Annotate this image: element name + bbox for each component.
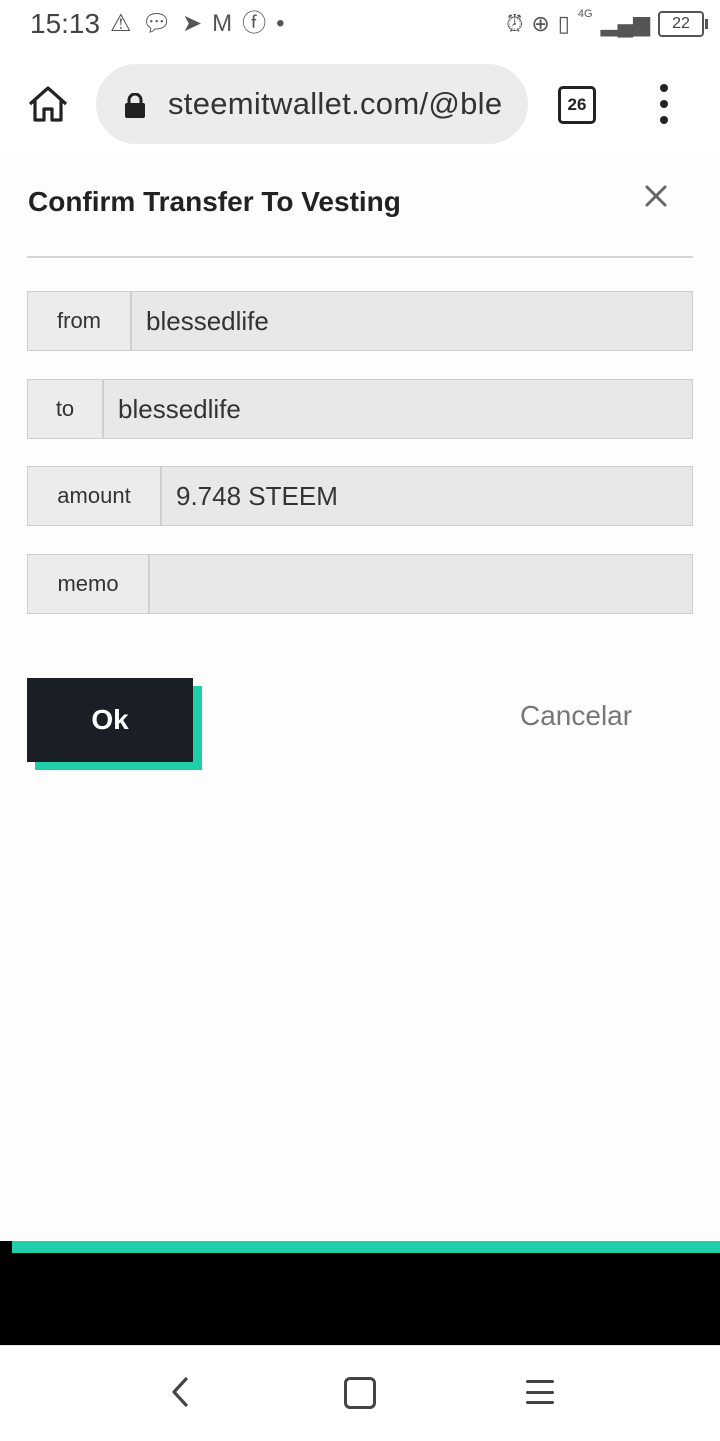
home-icon xyxy=(28,86,68,122)
browser-menu-button[interactable] xyxy=(652,84,676,124)
back-button[interactable] xyxy=(168,1376,192,1413)
memo-label: memo xyxy=(28,555,150,613)
footer-accent-bar xyxy=(12,1241,720,1253)
recents-button[interactable] xyxy=(526,1380,554,1404)
amount-field: amount 9.748 STEEM xyxy=(27,466,693,526)
from-label: from xyxy=(28,292,132,350)
facebook-icon: ⓕ xyxy=(242,10,267,37)
to-label: to xyxy=(28,380,104,438)
battery-icon: 22 xyxy=(658,11,708,37)
warning-icon: ⚠ xyxy=(110,10,132,37)
cancel-button[interactable]: Cancelar xyxy=(520,700,632,732)
gmail-icon: M xyxy=(212,10,233,37)
close-button[interactable] xyxy=(640,180,672,212)
alarm-icon: ⏰︎ xyxy=(506,11,524,36)
menu-dot-icon xyxy=(660,100,668,108)
status-bar: 15:13 ⚠ 💬︎ ➤ M ⓕ • ⏰︎ ⊕ ▯ 4G ▂▄▆ 22 xyxy=(0,0,720,50)
system-icons: ⏰︎ ⊕ ▯ 4G ▂▄▆ 22 xyxy=(506,8,708,38)
memo-field: memo xyxy=(27,554,693,614)
data-saver-icon: ⊕ xyxy=(531,11,550,36)
vibrate-icon: ▯ xyxy=(557,11,570,36)
lock-icon xyxy=(125,93,145,118)
to-value: blessedlife xyxy=(104,380,692,438)
home-nav-button[interactable] xyxy=(344,1377,376,1409)
menu-line-icon xyxy=(526,1401,554,1404)
to-field: to blessedlife xyxy=(27,379,693,439)
from-field: from blessedlife xyxy=(27,291,693,351)
signal-icon: ▂▄▆ xyxy=(600,11,650,36)
menu-dot-icon xyxy=(660,84,668,92)
menu-line-icon xyxy=(526,1390,554,1394)
menu-dot-icon xyxy=(660,116,668,124)
page-footer xyxy=(0,1241,720,1345)
ok-button[interactable]: Ok xyxy=(27,678,193,762)
chat-icon: 💬︎ xyxy=(141,10,172,37)
dialog-title: Confirm Transfer To Vesting xyxy=(28,186,401,217)
menu-line-icon xyxy=(526,1380,554,1383)
dot-icon: • xyxy=(276,10,285,37)
address-bar[interactable]: steemitwallet.com/@ble xyxy=(96,64,528,144)
browser-toolbar: steemitwallet.com/@ble 26 xyxy=(0,50,720,158)
close-icon xyxy=(645,185,667,207)
status-time: 15:13 xyxy=(30,8,101,39)
home-button[interactable] xyxy=(22,78,74,130)
system-nav-bar xyxy=(0,1345,720,1441)
amount-label: amount xyxy=(28,467,162,525)
from-value: blessedlife xyxy=(132,292,692,350)
memo-value xyxy=(150,555,692,613)
network-type: 4G xyxy=(577,8,593,20)
dialog-divider xyxy=(27,256,693,258)
tab-switcher-button[interactable]: 26 xyxy=(558,86,596,124)
amount-value: 9.748 STEEM xyxy=(162,467,692,525)
telegram-icon: ➤ xyxy=(181,10,203,37)
back-icon xyxy=(172,1377,188,1407)
notification-icons: ⚠ 💬︎ ➤ M ⓕ • xyxy=(110,10,285,38)
url-text: steemitwallet.com/@ble xyxy=(168,86,503,121)
